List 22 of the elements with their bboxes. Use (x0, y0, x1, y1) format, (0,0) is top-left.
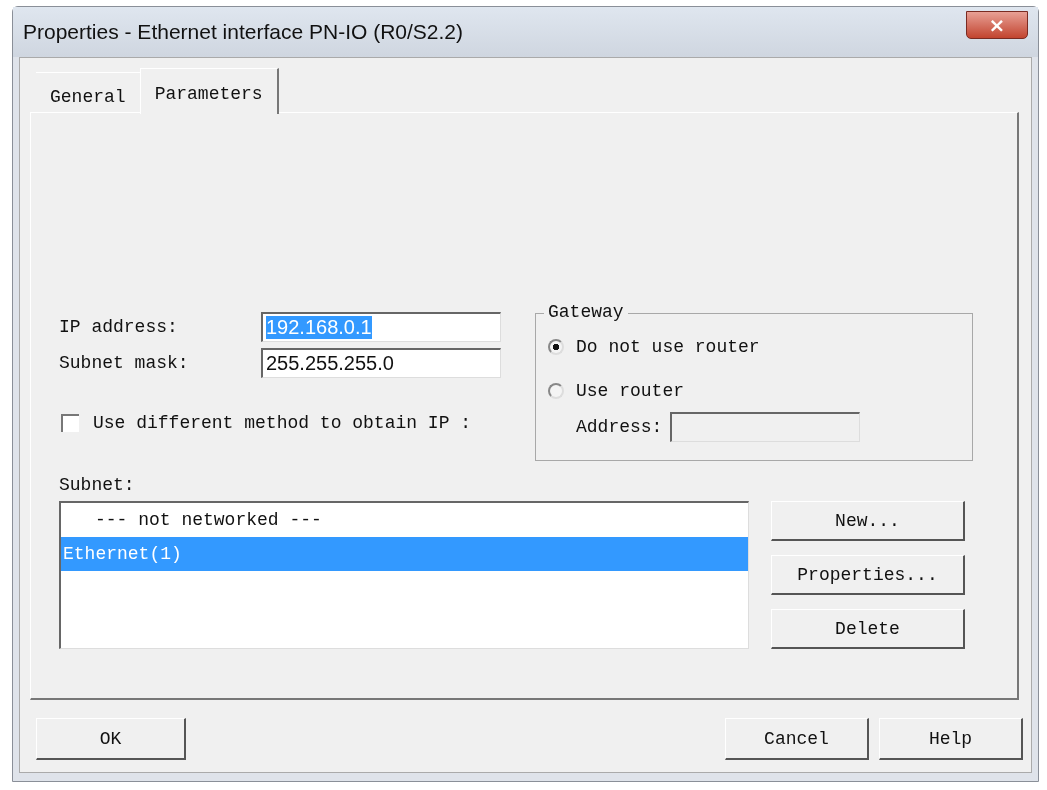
input-field[interactable]: 255.255.255.0 (261, 348, 501, 378)
dialog-button[interactable]: Help (879, 718, 1023, 760)
checkbox[interactable] (61, 414, 79, 432)
address-label: Address: (576, 417, 663, 437)
window-title: Properties - Ethernet interface PN-IO (R0/S2.2) (23, 20, 463, 44)
radio-button[interactable] (548, 383, 564, 399)
field-label: IP address: (59, 317, 179, 337)
list-item[interactable]: --- not networked --- (61, 503, 748, 537)
tab[interactable]: Parameters (139, 68, 279, 114)
group-title: Gateway (544, 302, 628, 322)
dialog-button[interactable]: Delete (771, 609, 965, 649)
checkbox-label: Use different method to obtain IP : (93, 413, 472, 433)
radio-label: Use router (576, 381, 685, 401)
subnet-label: Subnet: (59, 475, 135, 495)
field-label: Subnet mask: (59, 353, 190, 373)
radio-label: Do not use router (576, 337, 760, 357)
dialog-button[interactable]: OK (36, 718, 186, 760)
dialog-button[interactable]: New... (771, 501, 965, 541)
dialog-button[interactable]: Properties... (771, 555, 965, 595)
dialog-button[interactable]: Cancel (725, 718, 869, 760)
radio-button[interactable] (548, 339, 564, 355)
subnet-list[interactable]: --- not networked --- Ethernet(1) (59, 501, 749, 649)
